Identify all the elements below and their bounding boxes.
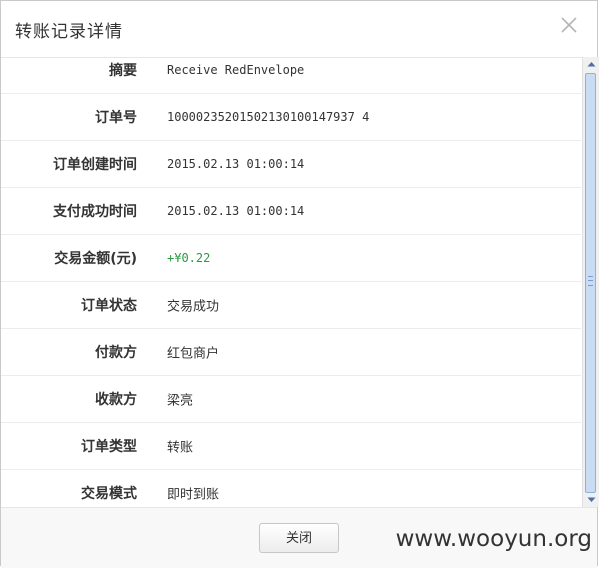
- detail-row-amount: 交易金额(元) +¥0.22: [1, 234, 581, 282]
- transfer-detail-dialog: 转账记录详情 摘要 Receive RedEnvelope 订单号 100002…: [0, 0, 599, 568]
- row-value: 梁亮: [167, 393, 194, 408]
- row-label: 订单状态: [81, 297, 137, 314]
- detail-row-summary: 摘要 Receive RedEnvelope: [1, 57, 581, 94]
- vertical-scrollbar[interactable]: [582, 57, 599, 507]
- row-label: 交易模式: [81, 485, 137, 502]
- row-value: 10000235201502130100147937 4: [167, 109, 370, 124]
- row-value: Receive RedEnvelope: [167, 62, 305, 77]
- row-value: 2015.02.13 01:00:14: [167, 203, 305, 218]
- detail-row-created-time: 订单创建时间 2015.02.13 01:00:14: [1, 140, 581, 188]
- detail-row-payee: 收款方 梁亮: [1, 375, 581, 423]
- scroll-down-arrow-icon[interactable]: [583, 493, 599, 507]
- row-label: 收款方: [95, 391, 137, 408]
- row-label: 交易金额(元): [54, 250, 137, 267]
- watermark-text: www.wooyun.org: [395, 526, 592, 552]
- row-label: 订单号: [95, 109, 137, 126]
- detail-row-paid-time: 支付成功时间 2015.02.13 01:00:14: [1, 187, 581, 235]
- dialog-title: 转账记录详情: [15, 22, 123, 42]
- detail-row-order-number: 订单号 10000235201502130100147937 4: [1, 93, 581, 141]
- row-value: 2015.02.13 01:00:14: [167, 156, 305, 171]
- row-label: 订单创建时间: [53, 156, 137, 173]
- row-value: 交易成功: [167, 299, 220, 314]
- row-value: 红包商户: [167, 346, 220, 361]
- row-value: 即时到账: [167, 487, 220, 502]
- close-icon[interactable]: [557, 13, 581, 37]
- row-value-amount: +¥0.22: [167, 250, 211, 265]
- row-label: 摘要: [109, 62, 137, 79]
- close-button[interactable]: 关闭: [259, 523, 339, 553]
- row-label: 支付成功时间: [53, 203, 137, 220]
- row-value: 转账: [167, 440, 194, 455]
- scroll-up-arrow-icon[interactable]: [583, 57, 599, 71]
- detail-row-order-type: 订单类型 转账: [1, 422, 581, 470]
- detail-list: 摘要 Receive RedEnvelope 订单号 1000023520150…: [1, 57, 581, 507]
- detail-row-payer: 付款方 红包商户: [1, 328, 581, 376]
- scroll-thumb[interactable]: [585, 73, 596, 493]
- grip-icon: [588, 276, 593, 286]
- dialog-header: 转账记录详情: [1, 1, 597, 58]
- detail-row-status: 订单状态 交易成功: [1, 281, 581, 329]
- detail-row-trade-mode: 交易模式 即时到账: [1, 469, 581, 507]
- row-label: 订单类型: [81, 438, 137, 455]
- row-label: 付款方: [95, 344, 137, 361]
